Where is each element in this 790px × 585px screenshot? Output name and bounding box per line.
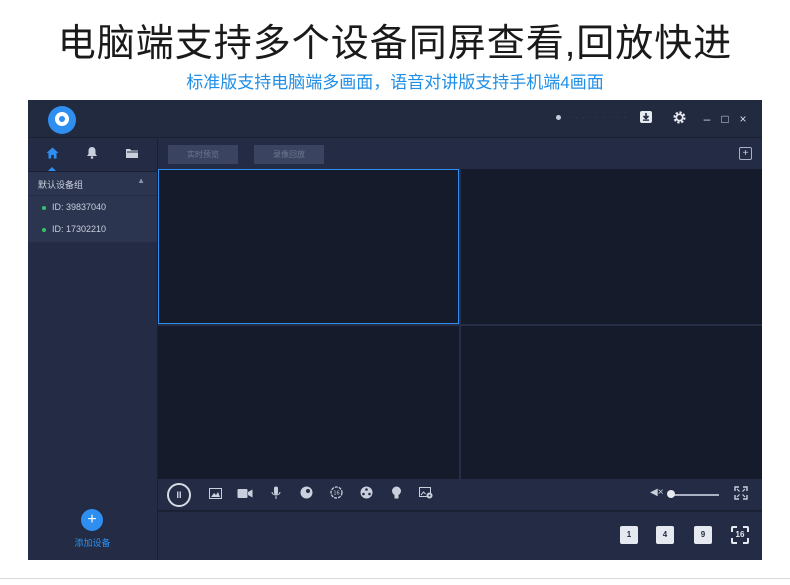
add-device-button[interactable]: +	[81, 509, 103, 531]
download-icon[interactable]	[637, 110, 655, 128]
close-button[interactable]: ×	[736, 110, 750, 128]
layout-9-button[interactable]: 9	[694, 526, 712, 544]
video-camera-icon[interactable]	[237, 486, 253, 504]
video-pane-4[interactable]	[461, 326, 762, 479]
svg-text:16: 16	[333, 491, 339, 497]
tab-home-icon[interactable]	[41, 145, 63, 171]
client-window: · · · · · · · · · – □ × 默认设备组 ▲ ID: 3983…	[28, 100, 762, 560]
tab-live-preview[interactable]: 实时预览	[168, 145, 238, 164]
device-group-header[interactable]: 默认设备组 ▲	[28, 171, 157, 195]
title-bar: · · · · · · · · · – □ ×	[28, 100, 762, 138]
device-list: ID: 39837040 ID: 17302210	[28, 196, 157, 242]
video-pane-1[interactable]	[158, 169, 459, 324]
view-tabs-bar: 实时预览 录像回放 +	[158, 139, 762, 169]
video-pane-2[interactable]	[461, 169, 762, 324]
divider	[0, 578, 790, 579]
device-item[interactable]: ID: 39837040	[28, 197, 157, 219]
device-label: ID: 39837040	[52, 202, 107, 212]
video-pane-3[interactable]	[158, 326, 459, 479]
image-icon[interactable]	[207, 486, 223, 504]
sidebar: 默认设备组 ▲ ID: 39837040 ID: 17302210 + 添加设备	[28, 139, 158, 560]
volume-slider-handle[interactable]	[667, 490, 675, 498]
layout-bar: 1 4 9 16	[158, 512, 762, 560]
add-window-icon[interactable]: +	[739, 147, 752, 160]
speed-icon[interactable]: 16	[328, 486, 344, 504]
microphone-icon[interactable]	[268, 486, 284, 504]
app-logo-icon	[48, 106, 76, 134]
device-group-label: 默认设备组	[38, 180, 84, 190]
playback-controls: II 16 ◀×	[158, 479, 762, 511]
volume-mute-icon[interactable]: ◀×	[650, 487, 664, 498]
layout-1-button[interactable]: 1	[620, 526, 638, 544]
main-content: 实时预览 录像回放 + II 16 ◀× 1 4 9 16	[158, 139, 762, 560]
tab-folder-icon[interactable]	[121, 145, 143, 165]
tab-playback[interactable]: 录像回放	[254, 145, 324, 164]
gear-icon[interactable]	[670, 110, 688, 128]
focus-icon[interactable]	[358, 486, 374, 504]
add-device-label[interactable]: 添加设备	[28, 536, 157, 549]
user-name[interactable]: · · · · · · · · ·	[568, 113, 627, 122]
image-settings-icon[interactable]	[418, 486, 434, 504]
device-item[interactable]: ID: 17302210	[28, 219, 157, 241]
maximize-button[interactable]: □	[718, 110, 732, 128]
ptz-ball-icon[interactable]	[298, 486, 314, 504]
layout-4-button[interactable]: 4	[656, 526, 674, 544]
tab-bell-icon[interactable]	[81, 145, 103, 165]
user-avatar-icon[interactable]	[556, 115, 561, 120]
online-status-icon	[42, 206, 46, 210]
promo-subline: 标准版支持电脑端多画面，语音对讲版支持手机端4画面	[186, 73, 604, 92]
fullscreen-icon[interactable]	[734, 486, 748, 503]
volume-slider[interactable]	[669, 494, 719, 496]
chevron-up-icon[interactable]: ▲	[137, 176, 145, 185]
pause-button[interactable]: II	[167, 483, 191, 507]
minimize-button[interactable]: –	[700, 110, 714, 128]
online-status-icon	[42, 228, 46, 232]
video-grid	[158, 169, 762, 479]
light-bulb-icon[interactable]	[388, 486, 404, 504]
layout-16-button[interactable]: 16	[731, 526, 749, 544]
device-label: ID: 17302210	[52, 224, 107, 234]
promo-headline: 电脑端支持多个设备同屏查看,回放快进	[57, 23, 733, 65]
